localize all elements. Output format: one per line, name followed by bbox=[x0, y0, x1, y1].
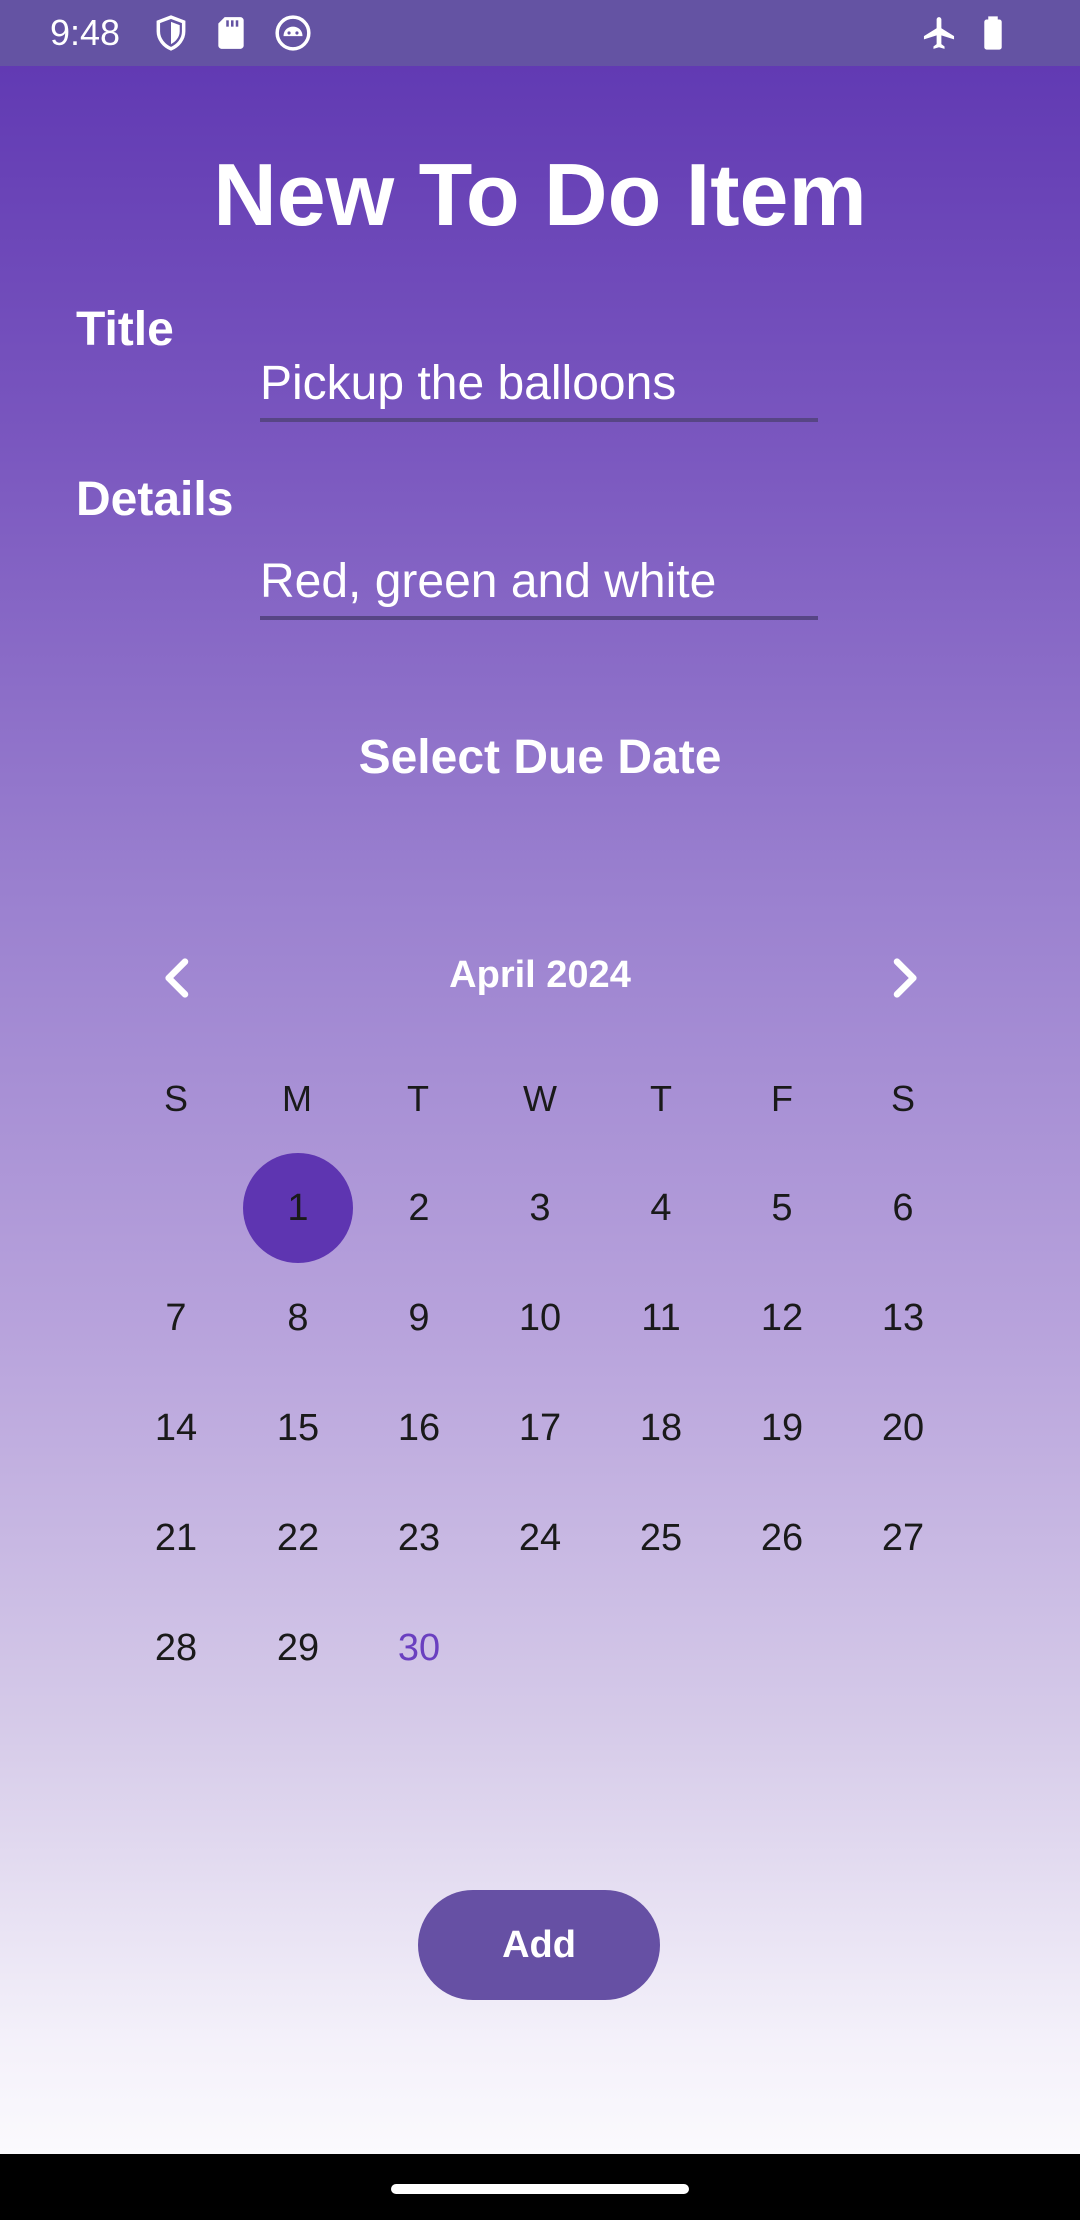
calendar-day[interactable]: 14 bbox=[121, 1373, 231, 1483]
calendar-day[interactable]: 23 bbox=[364, 1483, 474, 1593]
calendar-day[interactable]: 3 bbox=[485, 1153, 595, 1263]
calendar-day[interactable]: 21 bbox=[121, 1483, 231, 1593]
android-face-icon bbox=[274, 14, 312, 52]
details-input[interactable] bbox=[260, 546, 818, 620]
navigation-bar bbox=[0, 2154, 1080, 2220]
calendar-day[interactable]: 17 bbox=[485, 1373, 595, 1483]
calendar-day[interactable]: 6 bbox=[848, 1153, 958, 1263]
calendar-day[interactable]: 9 bbox=[364, 1263, 474, 1373]
calendar-day[interactable]: 19 bbox=[727, 1373, 837, 1483]
calendar-day[interactable]: 22 bbox=[243, 1483, 353, 1593]
calendar-day[interactable]: 12 bbox=[727, 1263, 837, 1373]
due-date-title: Select Due Date bbox=[358, 731, 722, 784]
status-bar: 9:48 bbox=[0, 0, 1080, 66]
calendar-day[interactable]: 25 bbox=[606, 1483, 716, 1593]
weekday-label: F bbox=[771, 1078, 793, 1119]
screen: 9:48 New To Do Item Title Details Select… bbox=[0, 0, 1080, 2220]
calendar-day[interactable]: 20 bbox=[848, 1373, 958, 1483]
calendar-header: April 2024 bbox=[0, 950, 1080, 1006]
weekday-label: W bbox=[523, 1078, 557, 1119]
calendar-day-today[interactable]: 30 bbox=[364, 1593, 474, 1703]
calendar-day-selected[interactable]: 1 bbox=[243, 1153, 353, 1263]
calendar-day[interactable]: 2 bbox=[364, 1153, 474, 1263]
calendar-day[interactable]: 11 bbox=[606, 1263, 716, 1373]
weekday-label: M bbox=[282, 1078, 312, 1119]
calendar-day[interactable]: 24 bbox=[485, 1483, 595, 1593]
weekday-label: S bbox=[890, 1078, 915, 1119]
calendar-day[interactable]: 10 bbox=[485, 1263, 595, 1373]
battery-icon bbox=[974, 14, 1012, 52]
calendar-day[interactable]: 29 bbox=[243, 1593, 353, 1703]
weekday-label: T bbox=[650, 1078, 672, 1119]
calendar-day[interactable]: 27 bbox=[848, 1483, 958, 1593]
calendar-day[interactable]: 7 bbox=[121, 1263, 231, 1373]
calendar-day[interactable]: 18 bbox=[606, 1373, 716, 1483]
chevron-right-icon[interactable] bbox=[876, 950, 932, 1006]
shield-icon bbox=[152, 14, 190, 52]
title-input[interactable] bbox=[260, 348, 818, 422]
add-button[interactable]: Add bbox=[418, 1890, 660, 2000]
calendar-day[interactable]: 13 bbox=[848, 1263, 958, 1373]
calendar-day[interactable]: 4 bbox=[606, 1153, 716, 1263]
calendar-day[interactable]: 5 bbox=[727, 1153, 837, 1263]
sd-card-icon bbox=[212, 14, 250, 52]
status-time: 9:48 bbox=[50, 12, 121, 53]
airplane-mode-icon bbox=[920, 14, 958, 52]
calendar-day[interactable]: 15 bbox=[243, 1373, 353, 1483]
home-handle[interactable] bbox=[391, 2184, 689, 2194]
details-label: Details bbox=[76, 473, 234, 526]
title-label: Title bbox=[76, 303, 174, 356]
page-title: New To Do Item bbox=[213, 145, 867, 244]
calendar-day[interactable]: 8 bbox=[243, 1263, 353, 1373]
calendar-day[interactable]: 16 bbox=[364, 1373, 474, 1483]
weekday-label: T bbox=[407, 1078, 429, 1119]
weekday-label: S bbox=[163, 1078, 188, 1119]
calendar-day[interactable]: 26 bbox=[727, 1483, 837, 1593]
calendar-day[interactable]: 28 bbox=[121, 1593, 231, 1703]
